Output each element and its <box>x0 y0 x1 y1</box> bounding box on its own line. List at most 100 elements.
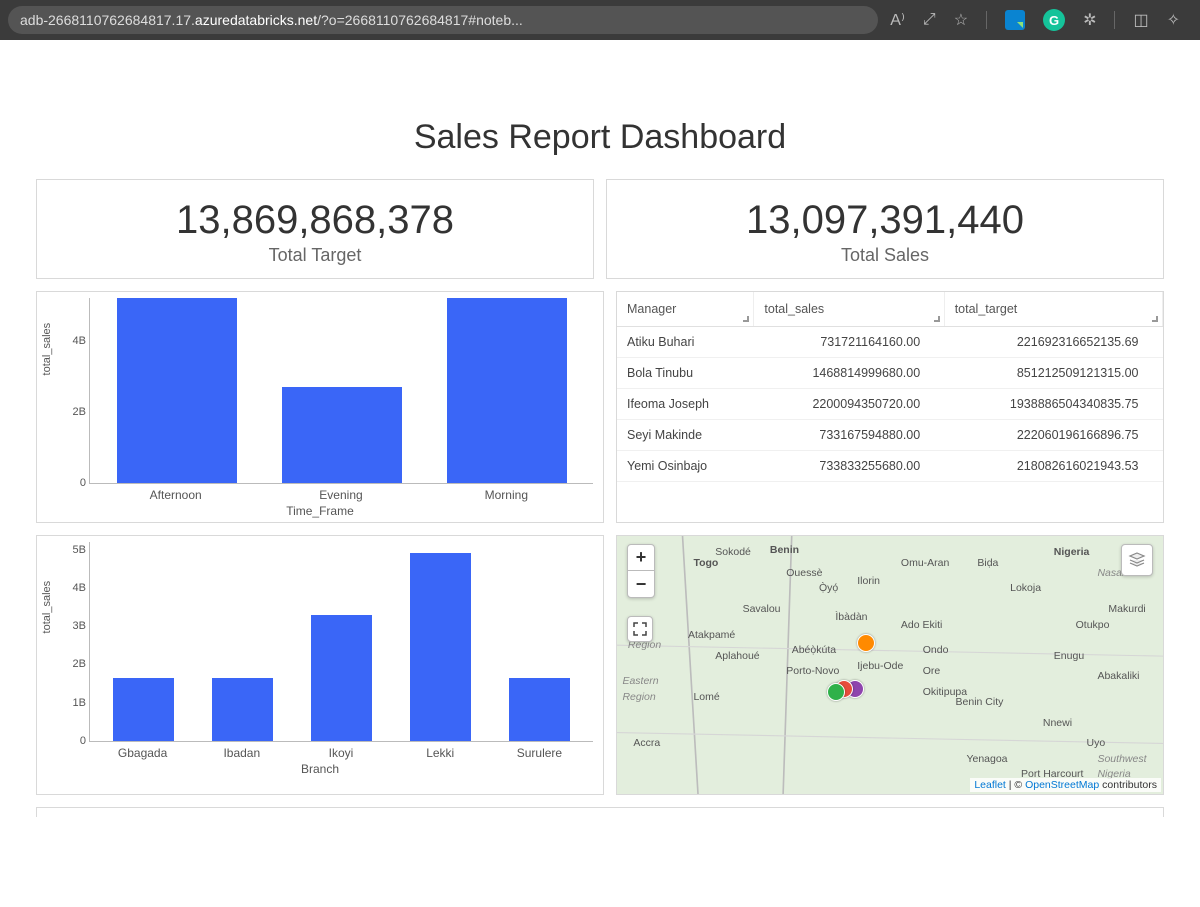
row-chart-map: total_sales 01B2B3B4B5B GbagadaIbadanIko… <box>36 535 1164 795</box>
row-placeholder <box>36 807 1164 817</box>
map-label: Ìbàdàn <box>835 611 867 623</box>
map-label: Porto-Novo <box>786 665 839 677</box>
address-bar[interactable]: adb-2668110762684817.17.azuredatabricks.… <box>8 6 878 34</box>
map-label: Nigeria <box>1054 546 1090 558</box>
fullscreen-button[interactable] <box>627 616 653 642</box>
map-label: Eastern <box>622 675 658 687</box>
table-cell: 733833255680.00 <box>754 451 944 482</box>
map-label: Savalou <box>743 603 781 615</box>
table-row[interactable]: Bola Tinubu1468814999680.008512125091213… <box>617 358 1163 389</box>
bar[interactable] <box>117 298 237 483</box>
x-tick: Evening <box>258 488 423 502</box>
bar[interactable] <box>410 553 471 741</box>
kpi-value: 13,097,391,440 <box>617 198 1153 243</box>
map-label: Atakpamé <box>688 629 735 641</box>
page-title: Sales Report Dashboard <box>36 118 1164 157</box>
chart-plot-area[interactable]: 01B2B3B4B5B <box>89 542 593 742</box>
toolbar-icons: A⁾ ⤢ ☆ G ✲ ◫ ✧ <box>878 9 1192 31</box>
map-label: Otukpo <box>1076 619 1110 631</box>
map-label: Accra <box>633 737 660 749</box>
favorite-icon[interactable]: ☆ <box>954 10 968 30</box>
y-tick: 4B <box>52 335 86 347</box>
dashboard-page: Sales Report Dashboard 13,869,868,378 To… <box>0 40 1200 817</box>
table-cell: 1468814999680.00 <box>754 358 944 389</box>
browser-toolbar: adb-2668110762684817.17.azuredatabricks.… <box>0 0 1200 40</box>
table-cell: Ifeoma Joseph <box>617 389 754 420</box>
collections-icon[interactable]: ✧ <box>1167 10 1180 30</box>
bar[interactable] <box>113 678 174 741</box>
map-label: Ondo <box>923 644 949 656</box>
x-tick: Ikoyi <box>291 746 390 760</box>
x-tick: Surulere <box>490 746 589 760</box>
bar[interactable] <box>282 387 402 483</box>
chart-plot-area[interactable]: 02B4B <box>89 298 593 484</box>
grammarly-icon[interactable]: G <box>1043 9 1065 31</box>
kpi-value: 13,869,868,378 <box>47 198 583 243</box>
kpi-label: Total Sales <box>617 245 1153 266</box>
table-cell: 731721164160.00 <box>754 327 944 358</box>
table-cell: 221692316652135.69 <box>944 327 1162 358</box>
map-label: Makurdi <box>1108 603 1145 615</box>
url-sub: adb-2668110762684817.17. <box>20 12 195 28</box>
y-tick: 2B <box>52 658 86 670</box>
table-cell: 851212509121315.00 <box>944 358 1162 389</box>
resize-handle-icon[interactable] <box>934 316 940 322</box>
column-header[interactable]: Manager <box>617 292 754 327</box>
manager-table: Managertotal_salestotal_target Atiku Buh… <box>616 291 1164 523</box>
y-tick: 0 <box>52 477 86 489</box>
read-aloud-icon[interactable]: A⁾ <box>890 10 905 30</box>
map-label: Uyo <box>1087 737 1106 749</box>
map-label: Abéọ̀kúta <box>792 644 836 656</box>
osm-link[interactable]: OpenStreetMap <box>1025 779 1099 791</box>
kpi-label: Total Target <box>47 245 583 266</box>
bar[interactable] <box>311 615 372 741</box>
table-cell: 218082616021943.53 <box>944 451 1162 482</box>
card-truncated <box>36 807 1164 817</box>
y-tick: 2B <box>52 406 86 418</box>
x-tick: Gbagada <box>93 746 192 760</box>
kpi-row: 13,869,868,378 Total Target 13,097,391,4… <box>36 179 1164 279</box>
table-cell: 1938886504340835.75 <box>944 389 1162 420</box>
table-row[interactable]: Seyi Makinde733167594880.002220601961668… <box>617 420 1163 451</box>
kpi-total-target: 13,869,868,378 Total Target <box>36 179 594 279</box>
url-domain: azuredatabricks.net <box>195 12 317 28</box>
column-header[interactable]: total_sales <box>754 292 944 327</box>
zoom-out-button[interactable]: − <box>628 571 654 597</box>
column-header[interactable]: total_target <box>944 292 1162 327</box>
map-label: Region <box>622 691 655 703</box>
leaflet-link[interactable]: Leaflet <box>974 779 1006 791</box>
x-axis-label: Time_Frame <box>47 504 593 518</box>
extensions-icon[interactable]: ✲ <box>1083 10 1096 30</box>
bar[interactable] <box>509 678 570 741</box>
map-label: Ore <box>923 665 941 677</box>
table-row[interactable]: Atiku Buhari731721164160.002216923166521… <box>617 327 1163 358</box>
map-zoom-control: + − <box>627 544 655 598</box>
x-tick: Lekki <box>391 746 490 760</box>
split-screen-icon[interactable]: ◫ <box>1133 10 1148 30</box>
y-tick: 4B <box>52 582 86 594</box>
map-label: Enugu <box>1054 650 1084 662</box>
resize-handle-icon[interactable] <box>1152 316 1158 322</box>
bar[interactable] <box>212 678 273 741</box>
kpi-total-sales: 13,097,391,440 Total Sales <box>606 179 1164 279</box>
table-cell: 733167594880.00 <box>754 420 944 451</box>
map-attribution: Leaflet | © OpenStreetMap contributors <box>970 778 1161 792</box>
toolbar-separator <box>1114 11 1115 29</box>
download-manager-icon[interactable] <box>1005 10 1025 30</box>
zoom-out-icon[interactable]: ⤢ <box>923 11 936 29</box>
table-row[interactable]: Yemi Osinbajo733833255680.00218082616021… <box>617 451 1163 482</box>
resize-handle-icon[interactable] <box>743 316 749 322</box>
table-cell: Yemi Osinbajo <box>617 451 754 482</box>
sales-map[interactable]: Togo Sokodé Savalou Atakpamé Aplahoué Po… <box>616 535 1164 795</box>
table-row[interactable]: Ifeoma Joseph2200094350720.0019388865043… <box>617 389 1163 420</box>
map-label: Benin City <box>956 696 1004 708</box>
bar[interactable] <box>447 298 567 483</box>
zoom-in-button[interactable]: + <box>628 545 654 571</box>
map-label: Lokoja <box>1010 582 1041 594</box>
map-label: Lomé <box>693 691 719 703</box>
x-axis-label: Branch <box>47 762 593 776</box>
layers-button[interactable] <box>1121 544 1153 576</box>
map-label: Yenagoa <box>966 753 1007 765</box>
map-label: Biḍa <box>977 557 998 569</box>
map-label: Ilorin <box>857 575 880 587</box>
